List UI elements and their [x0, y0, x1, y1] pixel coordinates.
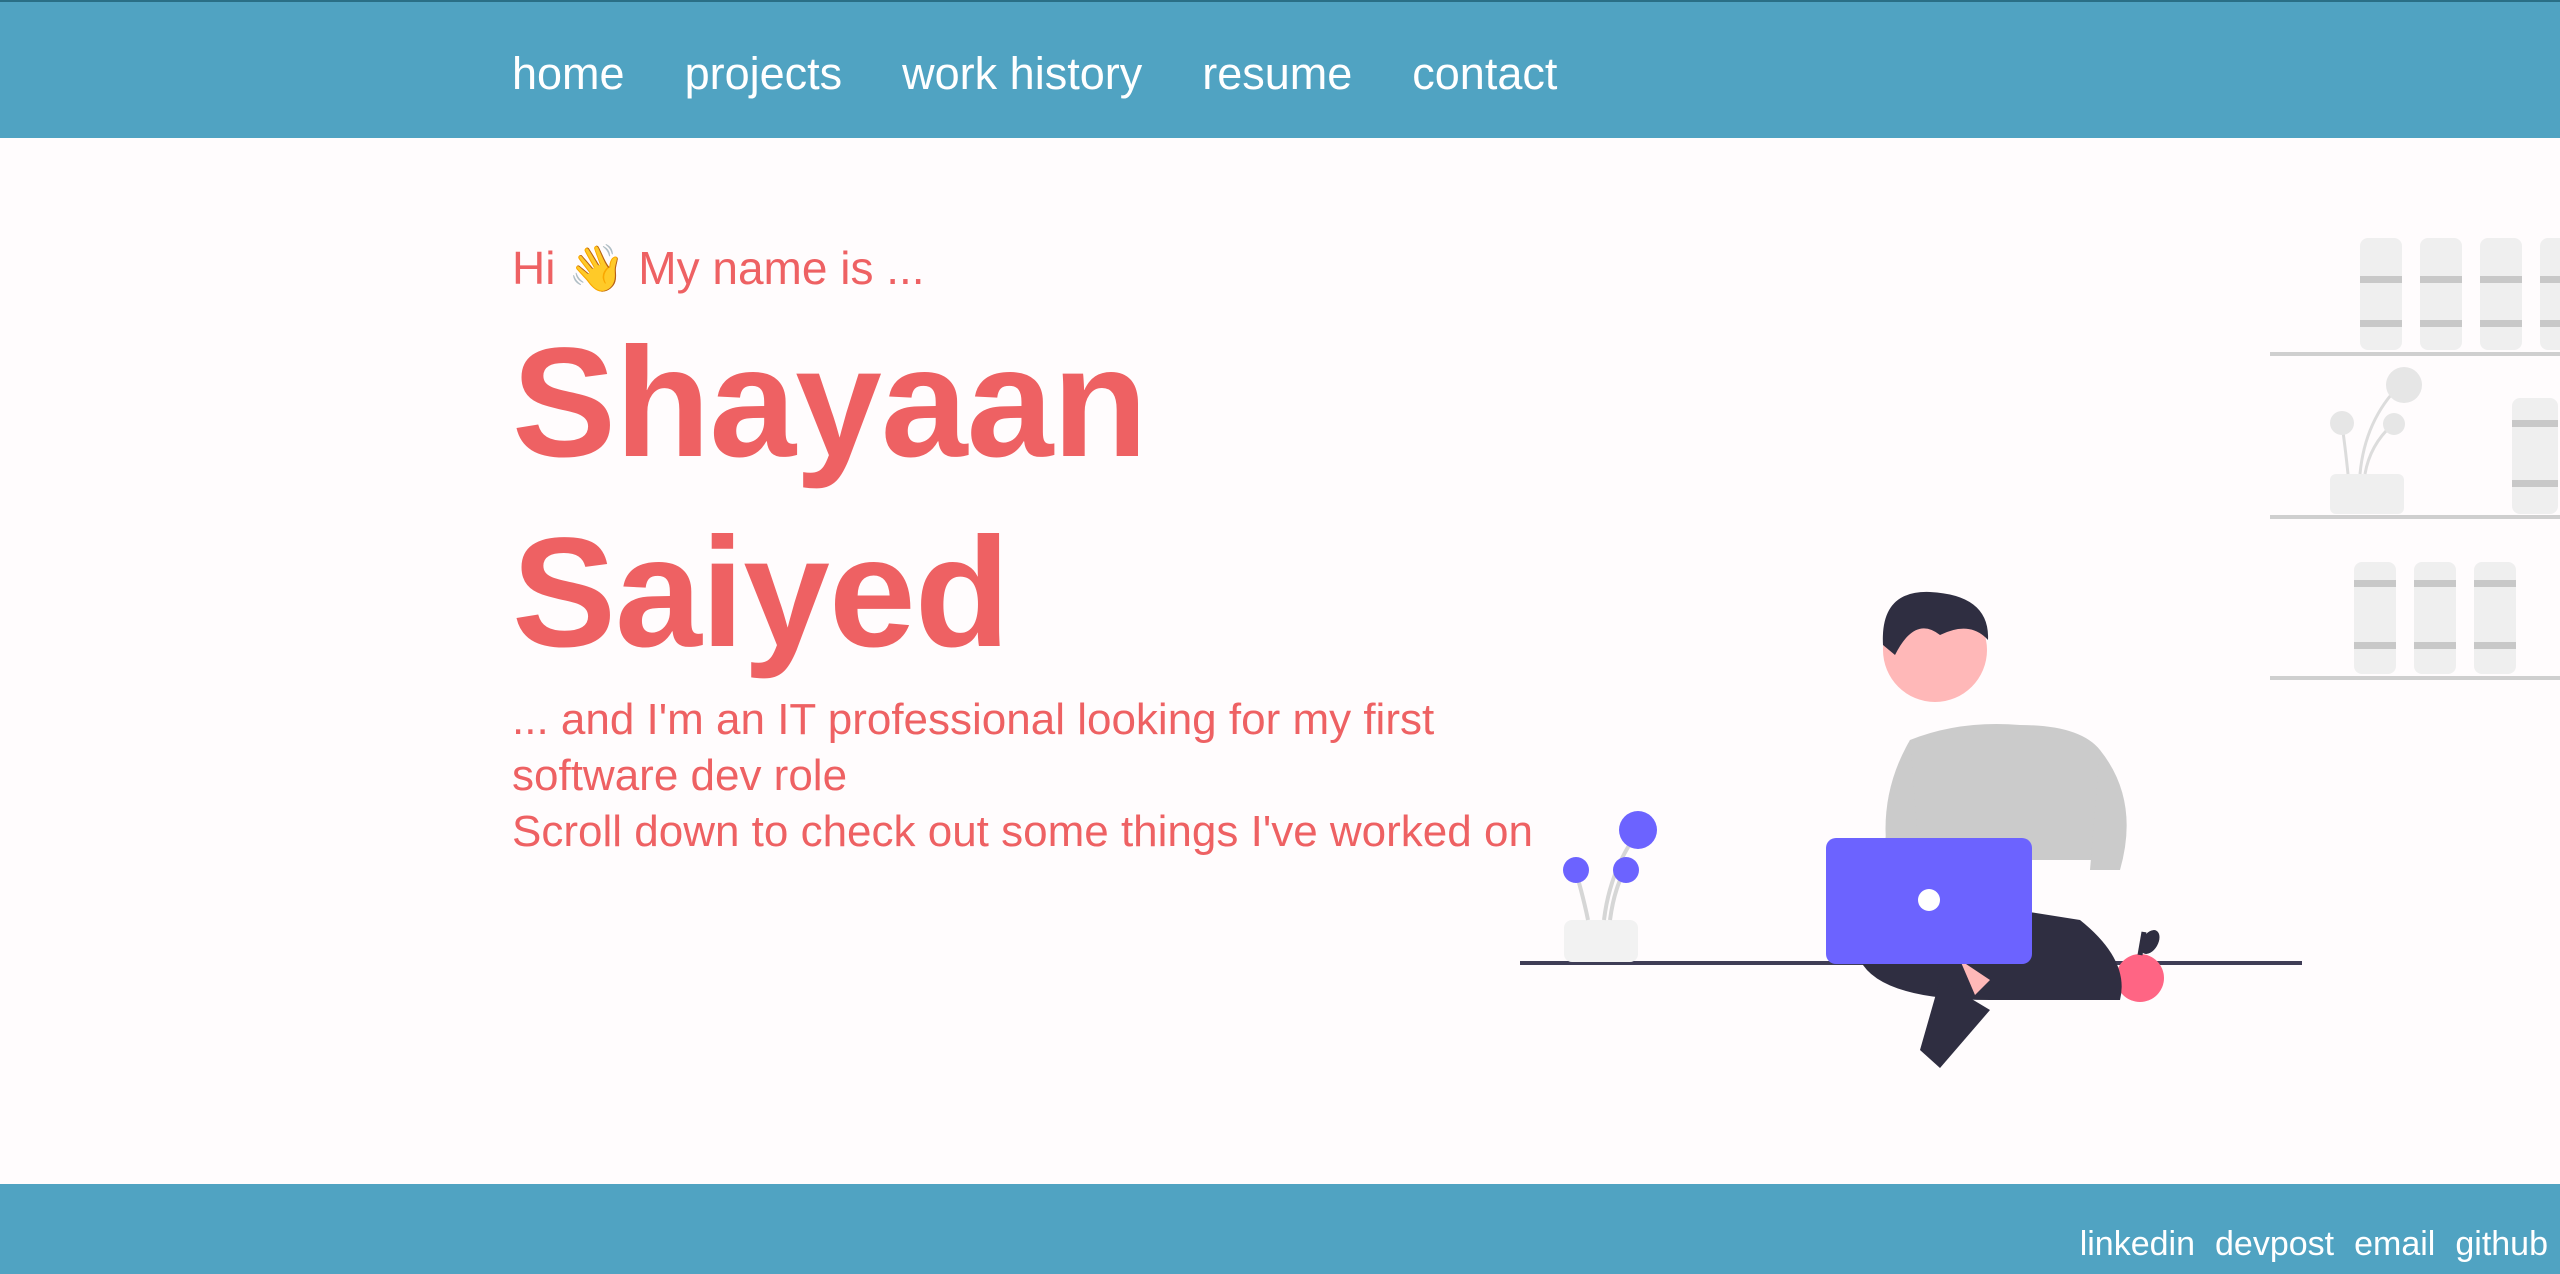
- last-name: Saiyed: [512, 506, 1010, 680]
- main-nav: home projects work history resume contac…: [512, 46, 1557, 102]
- nav-link-resume[interactable]: resume: [1202, 46, 1352, 102]
- bookshelf-illustration: [2270, 238, 2560, 680]
- scroll-cta-text: Scroll down to check out some things I'v…: [512, 807, 1533, 856]
- hero-section: Hi 👋 My name is ... Shayaan Saiyed ... a…: [512, 236, 1542, 860]
- tagline-text: ... and I'm an IT professional looking f…: [512, 695, 1435, 800]
- footer-bar: linkedin devpost email github: [0, 1184, 2560, 1274]
- person-with-laptop-illustration: [1826, 591, 2127, 1068]
- hero-name: Shayaan Saiyed: [512, 308, 1542, 688]
- footer-link-linkedin[interactable]: linkedin: [2080, 1222, 2195, 1266]
- nav-link-work-history[interactable]: work history: [902, 46, 1142, 102]
- footer-link-github[interactable]: github: [2455, 1222, 2548, 1266]
- first-name: Shayaan: [512, 316, 1148, 490]
- apple-icon: [2116, 930, 2164, 1002]
- footer-link-devpost[interactable]: devpost: [2215, 1222, 2334, 1266]
- greeting-text: Hi 👋 My name is ...: [512, 242, 925, 294]
- top-nav-bar: home projects work history resume contac…: [0, 0, 2560, 138]
- plant-icon: [1563, 811, 1657, 962]
- developer-illustration: [1520, 238, 2560, 1068]
- nav-link-projects[interactable]: projects: [685, 46, 843, 102]
- nav-link-home[interactable]: home: [512, 46, 625, 102]
- social-links: linkedin devpost email github: [2080, 1222, 2548, 1266]
- nav-link-contact[interactable]: contact: [1412, 46, 1557, 102]
- footer-link-email[interactable]: email: [2354, 1222, 2435, 1266]
